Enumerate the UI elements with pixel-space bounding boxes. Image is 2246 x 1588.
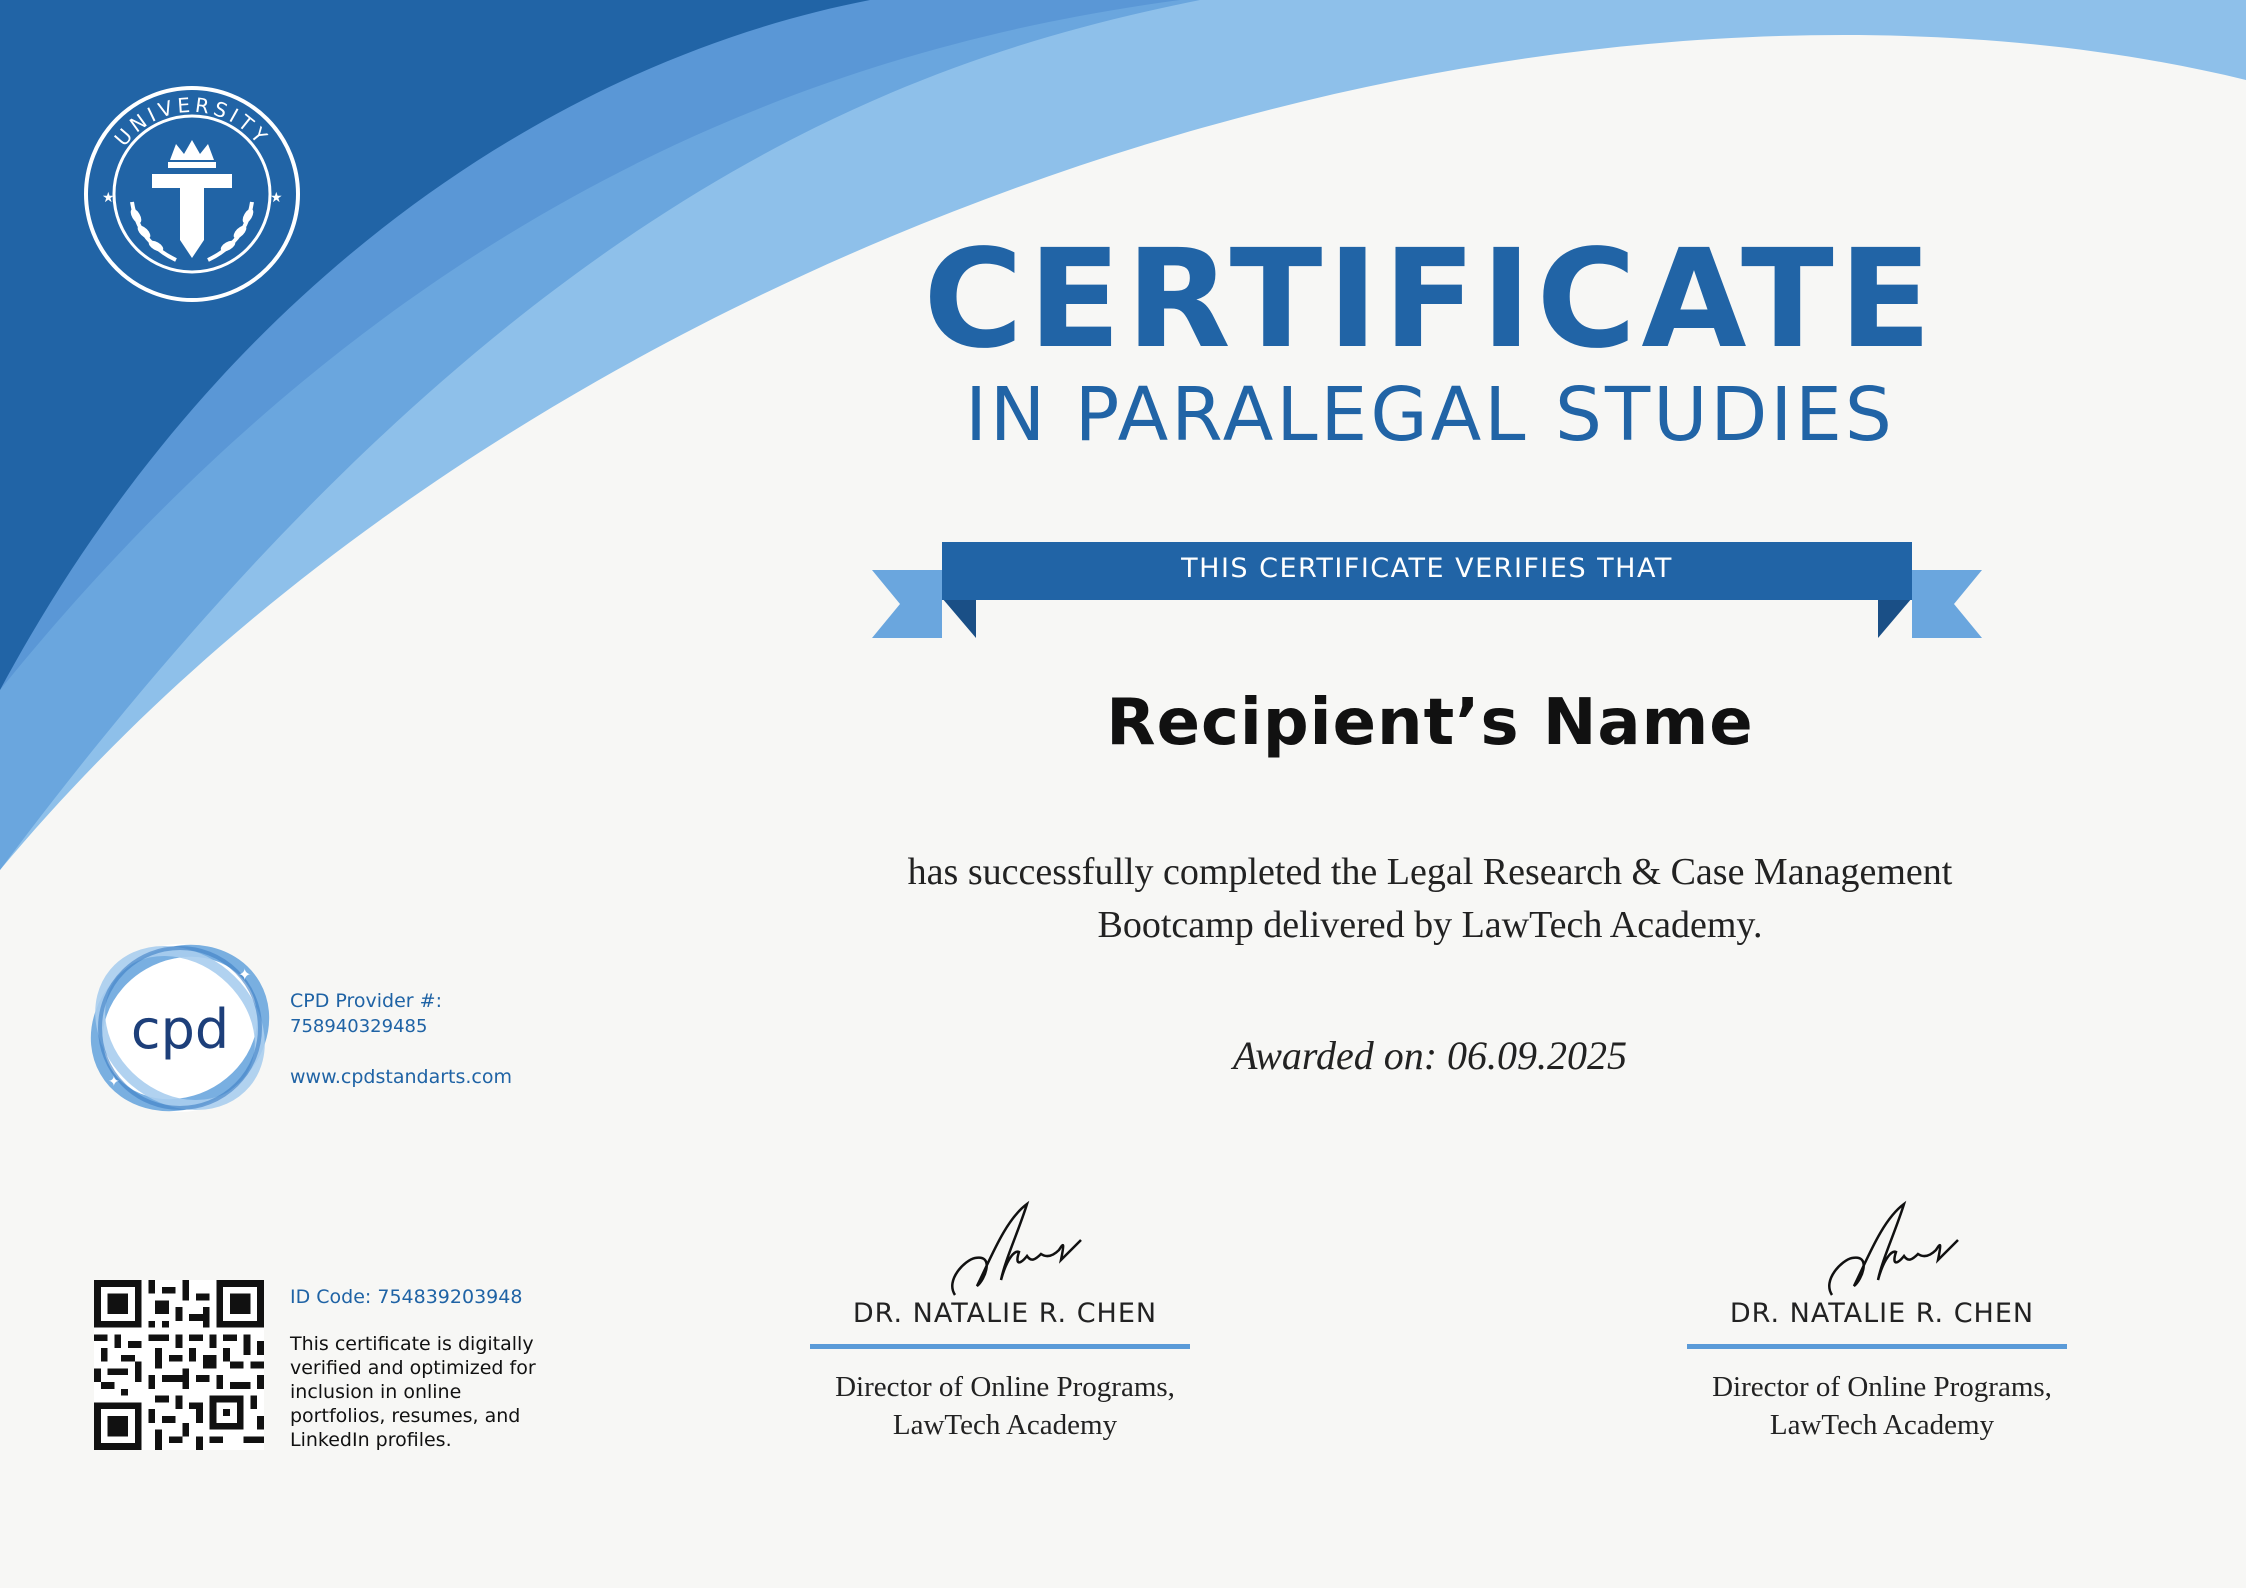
- svg-text:★: ★: [102, 189, 115, 205]
- signatory-title-line-2: LawTech Academy: [1769, 1409, 1995, 1441]
- signatory-title-line-2: LawTech Academy: [892, 1409, 1118, 1441]
- verification-line-4: portfolios, resumes, and: [290, 1405, 521, 1427]
- svg-text:✦: ✦: [238, 967, 251, 984]
- cpd-url-link[interactable]: www.cpdstandarts.com: [290, 1066, 512, 1088]
- signature-line: [1687, 1344, 2067, 1349]
- verification-line-3: inclusion in online: [290, 1381, 462, 1403]
- svg-text:★: ★: [270, 189, 283, 205]
- signatory-title-line-1: Director of Online Programs,: [1712, 1371, 2052, 1403]
- cpd-provider-number: 758940329485: [290, 1016, 428, 1037]
- cpd-provider-label: CPD Provider #:: [290, 990, 442, 1012]
- ribbon-text: THIS CERTIFICATE VERIFIES THAT: [1181, 553, 1673, 584]
- signatory-title: Director of Online Programs, LawTech Aca…: [795, 1368, 1215, 1444]
- signature-icon: [1828, 1200, 1959, 1296]
- certificate-title: CERTIFICATE: [923, 221, 1937, 379]
- completion-line-1: has successfully completed the Legal Res…: [907, 851, 1953, 893]
- signature-icon: [951, 1200, 1082, 1296]
- svg-text:✦: ✦: [108, 1073, 120, 1089]
- cpd-badge-text: cpd: [131, 998, 229, 1061]
- completion-line-2: Bootcamp delivered by LawTech Academy.: [1097, 904, 1763, 946]
- certificate-page: UNIVERSITY ★ ★ CERTIFICATE IN PARALEGAL …: [0, 0, 2246, 1588]
- verification-line-1: This certificate is digitally: [290, 1333, 534, 1355]
- qr-code-icon: [94, 1280, 264, 1450]
- cpd-badge-icon: cpd ✦ ✦: [90, 944, 270, 1112]
- verification-id-code: ID Code: 754839203948: [290, 1286, 523, 1308]
- award-date: Awarded on: 06.09.2025: [1232, 1033, 1628, 1078]
- completion-statement: has successfully completed the Legal Res…: [780, 846, 2080, 952]
- recipient-name: Recipient’s Name: [1106, 686, 1754, 760]
- signatory-title: Director of Online Programs, LawTech Aca…: [1672, 1368, 2092, 1444]
- verification-description: This certificate is digitally verified a…: [290, 1332, 590, 1452]
- signatory-name: DR. NATALIE R. CHEN: [852, 1298, 1158, 1329]
- university-logo-icon: UNIVERSITY ★ ★: [84, 86, 300, 302]
- signatory-title-line-1: Director of Online Programs,: [835, 1371, 1175, 1403]
- signatory-name: DR. NATALIE R. CHEN: [1729, 1298, 2035, 1329]
- verification-line-2: verified and optimized for: [290, 1357, 536, 1379]
- verification-line-5: LinkedIn profiles.: [290, 1429, 452, 1451]
- signature-line: [810, 1344, 1190, 1349]
- certificate-subtitle: IN PARALEGAL STUDIES: [965, 372, 1895, 458]
